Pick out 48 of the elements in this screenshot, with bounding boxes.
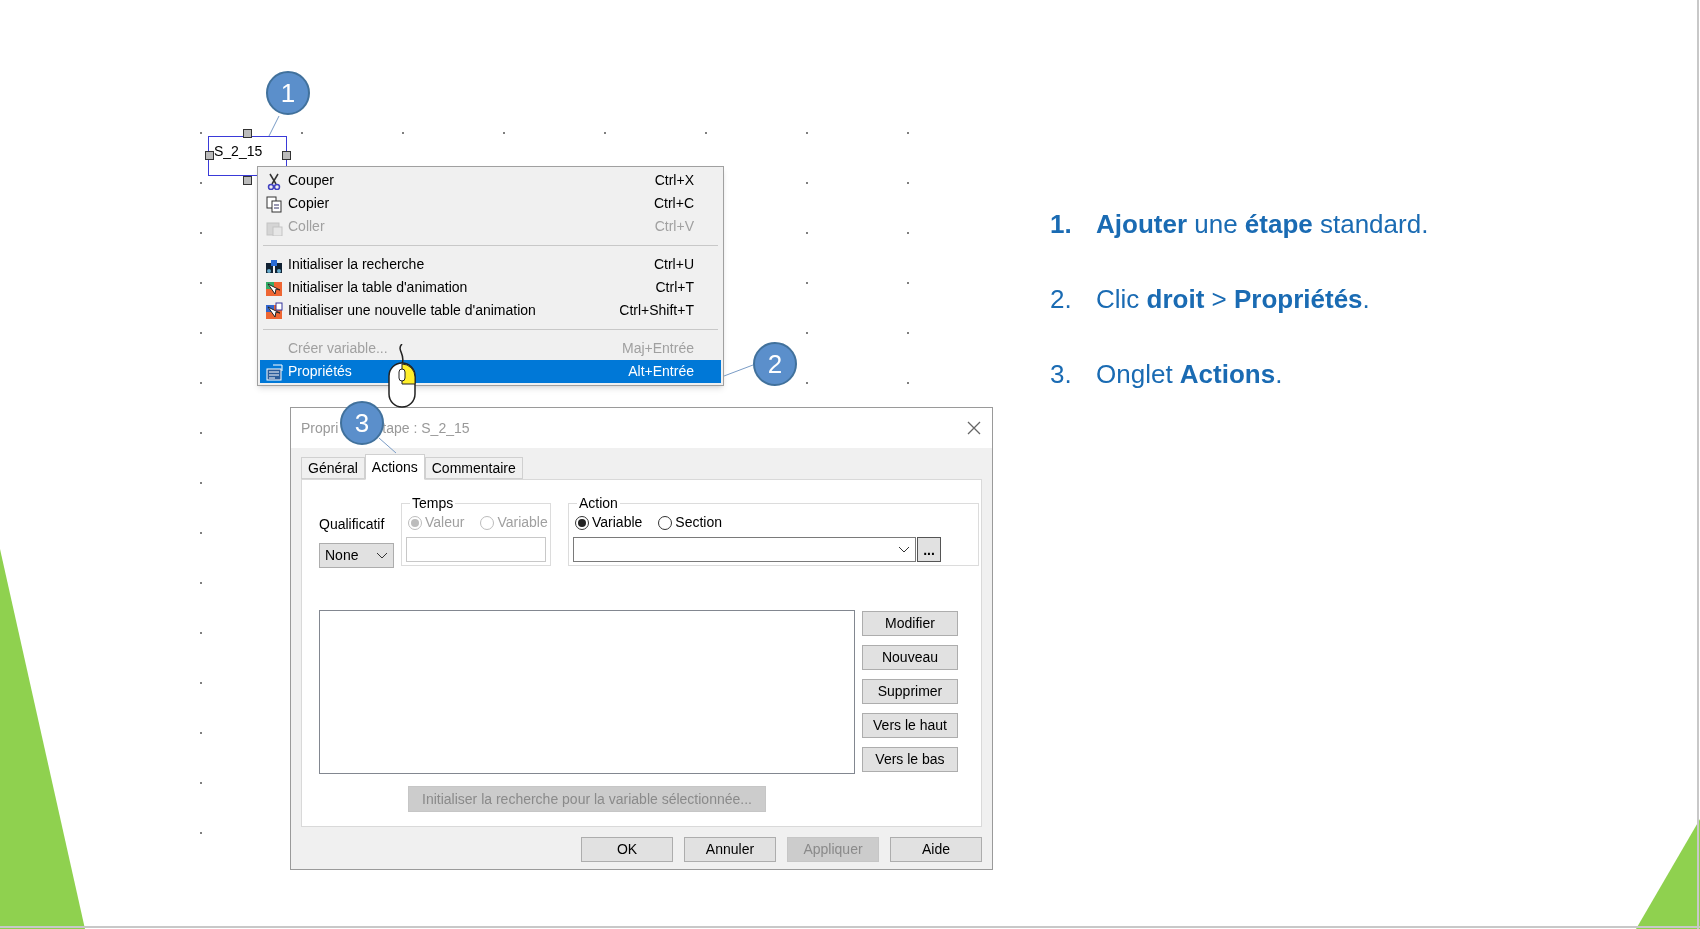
- radio-option[interactable]: Variable: [575, 512, 643, 533]
- new-table-icon: [265, 301, 283, 320]
- tab[interactable]: Général: [301, 457, 365, 479]
- chevron-down-icon: [898, 545, 910, 554]
- menu-item[interactable]: Initialiser la recherche Ctrl+U: [260, 253, 721, 276]
- resize-handle[interactable]: [282, 151, 291, 160]
- window-title: tape : S_2_15: [382, 418, 470, 438]
- scissors-icon: [265, 171, 283, 190]
- dropdown[interactable]: None: [319, 543, 394, 568]
- action-button[interactable]: Modifier: [862, 611, 958, 636]
- step-number: 2.: [1050, 283, 1073, 316]
- menu-item[interactable]: Initialiser une nouvelle table d'animation Ctrl+Shift+T: [260, 299, 721, 322]
- instruction-text: Ajouter une étape standard.: [1096, 208, 1429, 241]
- close-icon[interactable]: [966, 420, 982, 436]
- copy-icon: [265, 194, 283, 213]
- step-label: S_2_15: [214, 142, 263, 161]
- resize-handle[interactable]: [205, 151, 214, 160]
- dialog-button[interactable]: OK: [581, 837, 673, 862]
- step-number: 3.: [1050, 358, 1073, 391]
- dialog-button[interactable]: Annuler: [684, 837, 776, 862]
- field-label: Qualificatif: [319, 515, 386, 534]
- menu-item[interactable]: Copier Ctrl+C: [260, 192, 721, 215]
- action-button[interactable]: Vers le haut: [862, 713, 958, 738]
- properties-icon: [265, 362, 283, 381]
- leader-line: [723, 364, 755, 378]
- chevron-down-icon: [376, 551, 388, 560]
- menu-item[interactable]: Initialiser la table d'animation Ctrl+T: [260, 276, 721, 299]
- radio-option[interactable]: Section: [658, 512, 723, 533]
- leader-line: [268, 115, 280, 137]
- menu-item[interactable]: Propriétés Alt+Entrée: [260, 360, 721, 383]
- callout-badge: 1: [266, 71, 310, 115]
- leader-line: [378, 437, 398, 455]
- instruction-text: Onglet Actions.: [1096, 358, 1283, 391]
- action-button[interactable]: Vers le bas: [862, 747, 958, 772]
- tab[interactable]: Actions: [364, 454, 425, 480]
- combo-box[interactable]: [573, 537, 916, 562]
- action-button[interactable]: Supprimer: [862, 679, 958, 704]
- resize-handle[interactable]: [243, 129, 252, 138]
- callout-badge: 2: [753, 342, 797, 386]
- action-button[interactable]: Nouveau: [862, 645, 958, 670]
- instruction-text: Clic droit > Propriétés.: [1096, 283, 1370, 316]
- tab[interactable]: Commentaire: [424, 457, 523, 479]
- step-number: 1.: [1050, 208, 1073, 241]
- resize-handle[interactable]: [243, 176, 252, 185]
- window-title: Propri: [301, 418, 339, 438]
- browse-button[interactable]: ...: [917, 537, 941, 562]
- input-field[interactable]: [406, 537, 546, 562]
- dialog-button[interactable]: Aide: [890, 837, 982, 862]
